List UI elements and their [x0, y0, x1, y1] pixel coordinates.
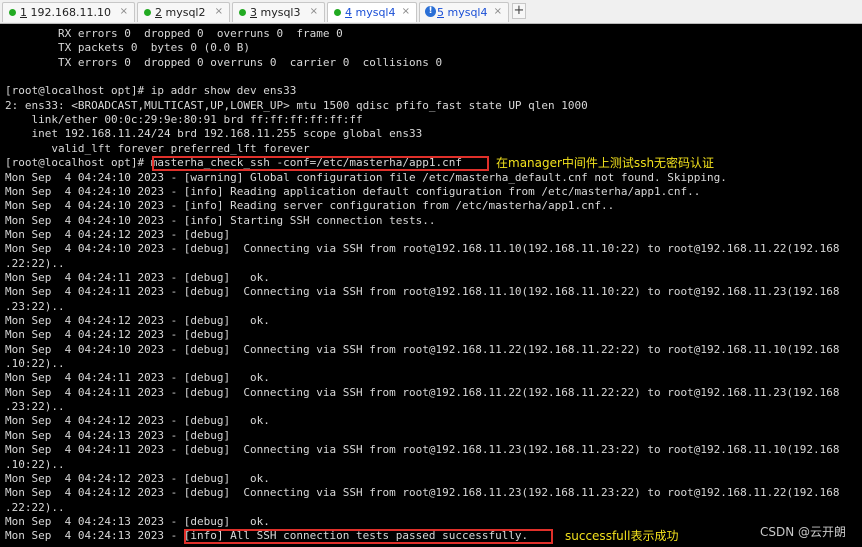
tab-close-icon[interactable]: ×: [120, 6, 128, 17]
terminal-line: Mon Sep 4 04:24:12 2023 - [debug] ok.: [5, 414, 270, 428]
terminal-line: Mon Sep 4 04:24:12 2023 - [debug] Connec…: [5, 486, 840, 500]
tab-session-3[interactable]: 3 mysql3 ×: [232, 2, 325, 22]
tab-3-number: 3: [250, 6, 257, 19]
terminal-line: Mon Sep 4 04:24:12 2023 - [debug]: [5, 227, 231, 241]
tab-3-title: mysql3: [257, 6, 301, 19]
tab-1-title: 192.168.11.10: [27, 6, 111, 19]
terminal-line: Mon Sep 4 04:24:11 2023 - [debug] Connec…: [5, 443, 840, 457]
tab-2-title: mysql2: [162, 6, 206, 19]
terminal-line: Mon Sep 4 04:24:12 2023 - [debug]: [5, 328, 231, 342]
terminal-line: .23:22)..: [5, 400, 65, 414]
terminal-line: .10:22)..: [5, 457, 65, 471]
terminal-output[interactable]: RX errors 0 dropped 0 overruns 0 frame 0…: [0, 25, 862, 547]
success-highlight-box: [184, 529, 553, 544]
terminal-line: Mon Sep 4 04:24:10 2023 - [debug] Connec…: [5, 342, 840, 356]
terminal-line: valid_lft forever preferred_lft forever: [5, 141, 310, 155]
terminal-line: link/ether 00:0c:29:9e:80:91 brd ff:ff:f…: [5, 113, 363, 127]
connected-status-icon: [334, 9, 341, 16]
tab-4-title: mysql4: [352, 6, 396, 19]
connected-status-icon: [144, 9, 151, 16]
connected-status-icon: [9, 9, 16, 16]
tab-close-icon[interactable]: ×: [494, 6, 502, 17]
terminal-line: Mon Sep 4 04:24:12 2023 - [debug] ok.: [5, 471, 270, 485]
terminal-line: .22:22)..: [5, 500, 65, 514]
terminal-line: Mon Sep 4 04:24:10 2023 - [info] Reading…: [5, 199, 615, 213]
tab-4-number: 4: [345, 6, 352, 19]
terminal-line: Mon Sep 4 04:24:11 2023 - [debug] Connec…: [5, 385, 840, 399]
tab-5-title: mysql4: [444, 6, 488, 19]
terminal-line: Mon Sep 4 04:24:10 2023 - [info] Reading…: [5, 184, 701, 198]
terminal-line: TX packets 0 bytes 0 (0.0 B): [5, 41, 251, 55]
success-annotation: successfull表示成功: [565, 529, 679, 543]
terminal-line: Mon Sep 4 04:24:10 2023 - [debug] Connec…: [5, 242, 840, 256]
terminal-line: Mon Sep 4 04:24:10 2023 - [warning] Glob…: [5, 170, 727, 184]
tab-close-icon[interactable]: ×: [402, 6, 410, 17]
info-status-icon: !: [425, 6, 436, 17]
terminal-line: Mon Sep 4 04:24:12 2023 - [debug] ok.: [5, 314, 270, 327]
terminal-line: TX errors 0 dropped 0 overruns 0 carrier…: [5, 55, 443, 69]
terminal-line: Mon Sep 4 04:24:11 2023 - [debug] Connec…: [5, 285, 840, 299]
tab-5-number: 5: [437, 6, 444, 19]
terminal-line: .10:22)..: [5, 357, 65, 371]
tab-close-icon[interactable]: ×: [215, 6, 223, 17]
terminal-line: .23:22)..: [5, 299, 65, 313]
terminal-line: Mon Sep 4 04:24:13 2023 - [debug]: [5, 428, 231, 442]
terminal-line: Mon Sep 4 04:24:10 2023 - [info] Startin…: [5, 213, 436, 227]
terminal-line: Mon Sep 4 04:24:11 2023 - [debug] ok.: [5, 371, 270, 385]
tab-session-4[interactable]: 4 mysql4 ×: [327, 2, 417, 22]
terminal-line: RX errors 0 dropped 0 overruns 0 frame 0: [5, 27, 343, 40]
tab-session-2[interactable]: 2 mysql2 ×: [137, 2, 230, 22]
session-tab-bar: 1 192.168.11.10 × 2 mysql2 × 3 mysql3 × …: [0, 0, 862, 24]
command-annotation: 在manager中间件上测试ssh无密码认证: [496, 156, 715, 170]
terminal-line: inet 192.168.11.24/24 brd 192.168.11.255…: [5, 127, 423, 141]
terminal-line: Mon Sep 4 04:24:13 2023 - [debug] ok.: [5, 514, 270, 528]
tab-session-5[interactable]: ! 5 mysql4 ×: [419, 2, 509, 22]
terminal-line: Mon Sep 4 04:24:11 2023 - [debug] ok.: [5, 270, 270, 284]
tab-2-number: 2: [155, 6, 162, 19]
tab-close-icon[interactable]: ×: [310, 6, 318, 17]
command-highlight-box: [152, 156, 489, 171]
new-tab-button[interactable]: +: [512, 3, 526, 19]
terminal-line: 2: ens33: <BROADCAST,MULTICAST,UP,LOWER_…: [5, 98, 588, 112]
connected-status-icon: [239, 9, 246, 16]
csdn-watermark: CSDN @云开朗: [759, 525, 846, 539]
tab-1-number: 1: [20, 6, 27, 19]
terminal-line: .22:22)..: [5, 256, 65, 270]
tab-session-1[interactable]: 1 192.168.11.10 ×: [2, 2, 135, 22]
terminal-line: [root@localhost opt]# ip addr show dev e…: [5, 84, 297, 98]
